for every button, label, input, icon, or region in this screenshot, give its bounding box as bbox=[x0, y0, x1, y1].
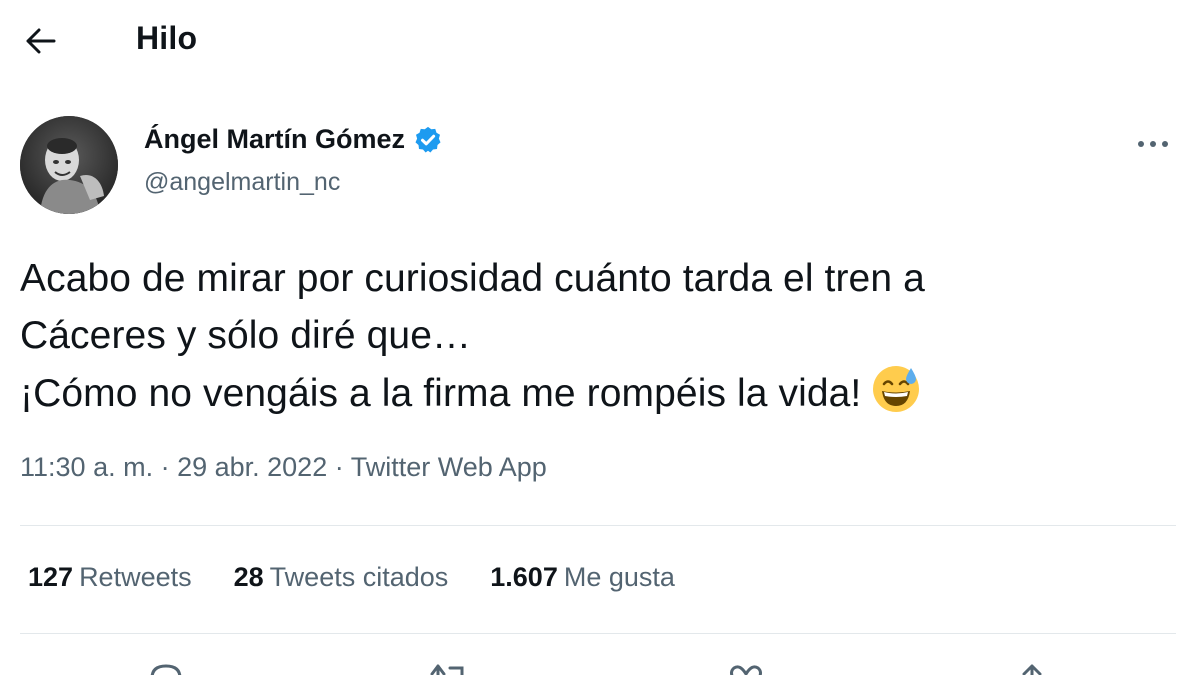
quotes-count: 28 bbox=[233, 562, 264, 592]
meta-separator: · bbox=[153, 452, 178, 482]
likes-stat[interactable]: 1.607 Me gusta bbox=[490, 562, 675, 593]
retweet-icon bbox=[430, 664, 464, 675]
author-handle[interactable]: @angelmartin_nc bbox=[144, 168, 340, 197]
like-button[interactable] bbox=[726, 660, 770, 675]
tweet-time[interactable]: 11:30 a. m. bbox=[20, 452, 153, 482]
tweet-date[interactable]: 29 abr. 2022 bbox=[177, 452, 327, 482]
more-horizontal-icon bbox=[1138, 141, 1168, 147]
retweets-stat[interactable]: 127 Retweets bbox=[28, 562, 192, 593]
reply-button[interactable] bbox=[146, 660, 190, 675]
retweets-count: 127 bbox=[28, 562, 74, 592]
quotes-stat[interactable]: 28 Tweets citados bbox=[234, 562, 449, 593]
page-title: Hilo bbox=[136, 20, 198, 56]
tweet-stats: 127 Retweets 28 Tweets citados 1.607 Me gus… bbox=[28, 562, 675, 593]
tweet-text-content: Acabo de mirar por curiosidad cuánto tar… bbox=[20, 257, 925, 415]
arrow-left-icon bbox=[26, 28, 56, 54]
tweet-thread-page: Hilo Ángel Martín Gómez @angelmartin_nc … bbox=[0, 0, 1200, 675]
grinning-sweat-emoji-icon bbox=[871, 364, 921, 430]
share-icon bbox=[1022, 664, 1042, 675]
likes-label: Me gusta bbox=[563, 562, 675, 592]
back-button[interactable] bbox=[18, 18, 64, 64]
reply-icon bbox=[150, 664, 182, 675]
action-bar bbox=[0, 660, 1200, 675]
tweet-source[interactable]: Twitter Web App bbox=[351, 452, 547, 482]
heart-icon bbox=[730, 665, 762, 675]
avatar-image bbox=[20, 116, 118, 214]
author-name[interactable]: Ángel Martín Gómez bbox=[144, 124, 443, 155]
header: Hilo bbox=[0, 0, 1200, 80]
quotes-label: Tweets citados bbox=[269, 562, 449, 592]
retweet-button[interactable] bbox=[428, 660, 472, 675]
likes-count: 1.607 bbox=[490, 562, 558, 592]
meta-separator: · bbox=[327, 452, 351, 482]
tweet-meta: 11:30 a. m. · 29 abr. 2022 · Twitter Web… bbox=[20, 452, 547, 483]
author-name-text: Ángel Martín Gómez bbox=[144, 124, 406, 154]
avatar[interactable] bbox=[20, 116, 118, 214]
divider bbox=[20, 633, 1176, 634]
tweet-text: Acabo de mirar por curiosidad cuánto tar… bbox=[20, 250, 1170, 430]
share-button[interactable] bbox=[1012, 660, 1056, 675]
retweets-label: Retweets bbox=[79, 562, 192, 592]
divider bbox=[20, 525, 1176, 526]
more-options-button[interactable] bbox=[1130, 126, 1176, 162]
verified-badge-icon bbox=[413, 125, 443, 155]
